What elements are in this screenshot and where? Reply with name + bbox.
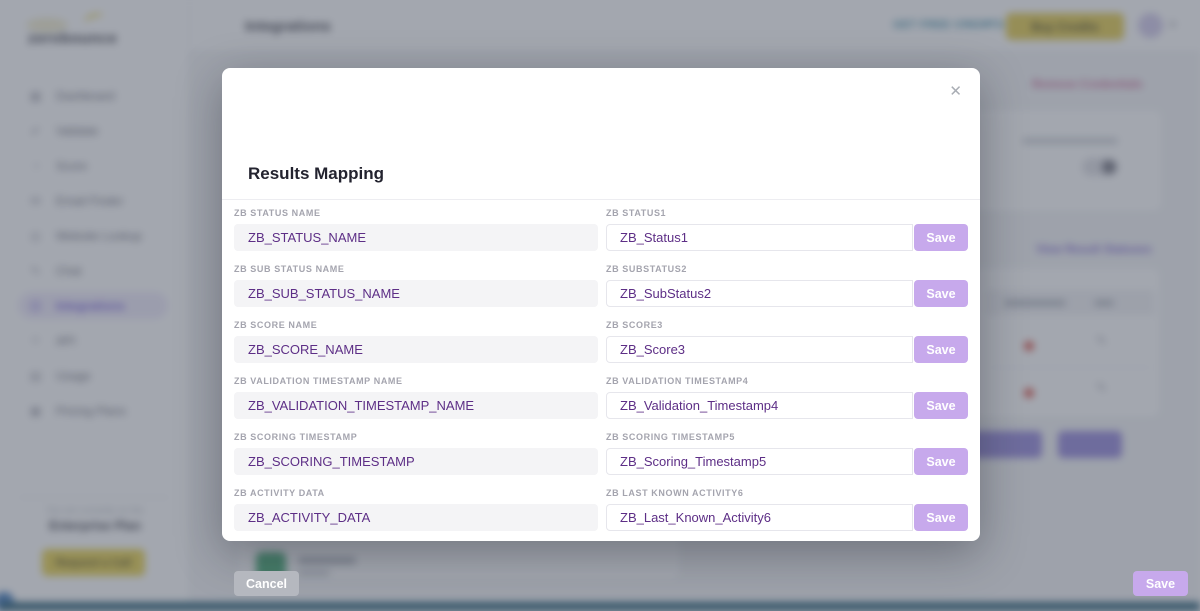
app-window: zerobounce ▦ Dashboard ✔ Validate ◔ Scor… (0, 0, 1200, 611)
save-button[interactable]: Save (914, 224, 968, 251)
close-icon[interactable]: ✕ (945, 78, 966, 104)
zb-score-name-field: ZB_SCORE_NAME (234, 336, 598, 363)
results-mapping-form: ZB STATUS NAME ZB_STATUS_NAME ZB STATUS1… (234, 208, 968, 544)
zb-score3-input[interactable] (606, 336, 913, 363)
field-label: ZB STATUS NAME (234, 208, 598, 218)
mapping-row-activity-data: ZB ACTIVITY DATA ZB_ACTIVITY_DATA ZB LAS… (234, 488, 968, 531)
save-button[interactable]: Save (914, 448, 968, 475)
zb-status-name-field: ZB_STATUS_NAME (234, 224, 598, 251)
zb-last-known-activity6-input[interactable] (606, 504, 913, 531)
save-button[interactable]: Save (914, 504, 968, 531)
field-label: ZB STATUS1 (606, 208, 968, 218)
zb-status1-input[interactable] (606, 224, 913, 251)
field-label: ZB VALIDATION TIMESTAMP4 (606, 376, 968, 386)
save-button[interactable]: Save (914, 280, 968, 307)
field-label: ZB SCORE3 (606, 320, 968, 330)
mapping-row-validation-timestamp: ZB VALIDATION TIMESTAMP NAME ZB_VALIDATI… (234, 376, 968, 419)
field-label: ZB SUB STATUS NAME (234, 264, 598, 274)
mapping-row-sub-status: ZB SUB STATUS NAME ZB_SUB_STATUS_NAME ZB… (234, 264, 968, 307)
cancel-button[interactable]: Cancel (234, 571, 299, 596)
field-label: ZB SCORING TIMESTAMP5 (606, 432, 968, 442)
mapping-row-score: ZB SCORE NAME ZB_SCORE_NAME ZB SCORE3 Sa… (234, 320, 968, 363)
zb-substatus2-input[interactable] (606, 280, 913, 307)
field-label: ZB SCORE NAME (234, 320, 598, 330)
modal-save-button[interactable]: Save (1133, 571, 1188, 596)
field-label: ZB VALIDATION TIMESTAMP NAME (234, 376, 598, 386)
mapping-row-scoring-timestamp: ZB SCORING TIMESTAMP ZB_SCORING_TIMESTAM… (234, 432, 968, 475)
field-label: ZB ACTIVITY DATA (234, 488, 598, 498)
zb-sub-status-name-field: ZB_SUB_STATUS_NAME (234, 280, 598, 307)
field-label: ZB SUBSTATUS2 (606, 264, 968, 274)
save-button[interactable]: Save (914, 392, 968, 419)
zb-scoring-timestamp5-input[interactable] (606, 448, 913, 475)
save-button[interactable]: Save (914, 336, 968, 363)
modal-header-divider (222, 199, 980, 200)
modal-title: Results Mapping (248, 164, 384, 184)
field-label: ZB LAST KNOWN ACTIVITY6 (606, 488, 968, 498)
zb-validation-timestamp4-input[interactable] (606, 392, 913, 419)
zb-scoring-timestamp-field: ZB_SCORING_TIMESTAMP (234, 448, 598, 475)
zb-validation-timestamp-name-field: ZB_VALIDATION_TIMESTAMP_NAME (234, 392, 598, 419)
field-label: ZB SCORING TIMESTAMP (234, 432, 598, 442)
results-mapping-modal: ✕ Results Mapping ZB STATUS NAME ZB_STAT… (222, 68, 980, 541)
zb-activity-data-field: ZB_ACTIVITY_DATA (234, 504, 598, 531)
mapping-row-status: ZB STATUS NAME ZB_STATUS_NAME ZB STATUS1… (234, 208, 968, 251)
